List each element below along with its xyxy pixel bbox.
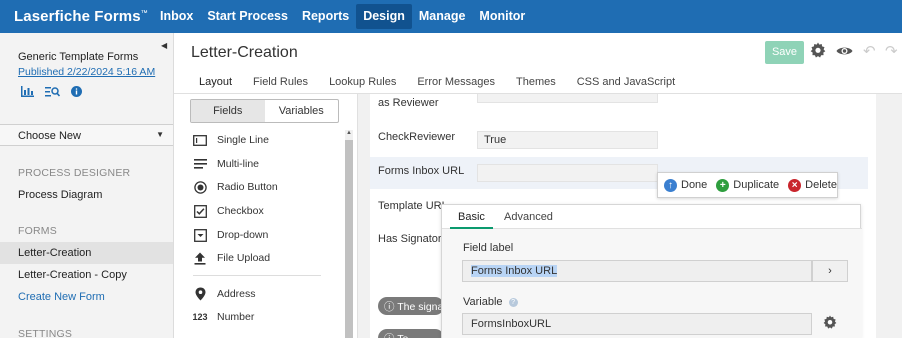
- info-icon: ⓘ: [384, 333, 395, 338]
- reviewer-field-label: as Reviewer: [378, 97, 439, 109]
- preview-eye-icon[interactable]: [836, 44, 853, 61]
- save-button[interactable]: Save: [765, 41, 804, 64]
- collapse-sidebar-icon[interactable]: ◀: [161, 41, 167, 50]
- variable-input[interactable]: FormsInboxURL: [462, 313, 812, 335]
- close-icon: ×: [788, 178, 802, 192]
- create-new-form-link[interactable]: Create New Form: [0, 286, 173, 308]
- properties-body: Field label Forms Inbox URL › Variable? …: [442, 229, 862, 338]
- checkbox-icon: [193, 204, 207, 218]
- search-list-icon[interactable]: [45, 86, 61, 100]
- has-signatory-label: Has Signatory: [378, 233, 448, 245]
- undo-icon[interactable]: ↶: [863, 42, 876, 60]
- tab-css-javascript[interactable]: CSS and JavaScript: [577, 76, 675, 93]
- redo-icon[interactable]: ↷: [885, 42, 898, 60]
- plus-icon: +: [716, 178, 730, 192]
- caret-down-icon: ▼: [156, 130, 164, 139]
- check-reviewer-label: CheckReviewer: [378, 131, 456, 143]
- delete-button[interactable]: × Delete: [788, 178, 837, 192]
- field-label-title: Field label: [463, 242, 514, 254]
- second-note-pill: ⓘ To: [378, 329, 444, 338]
- field-label-input[interactable]: Forms Inbox URL: [462, 260, 812, 282]
- settings-heading: SETTINGS: [18, 328, 73, 338]
- reviewer-field-input[interactable]: [477, 94, 658, 103]
- multi-line-icon: [193, 157, 207, 171]
- form-name: Generic Template Forms: [18, 51, 139, 63]
- single-line-icon: [193, 133, 207, 147]
- number-icon: 123: [192, 312, 208, 322]
- nav-start-process[interactable]: Start Process: [200, 0, 295, 33]
- properties-tabs: Basic Advanced: [442, 205, 862, 229]
- duplicate-button[interactable]: + Duplicate: [716, 178, 779, 192]
- forms-inbox-url-input[interactable]: [477, 164, 658, 182]
- chevron-right-icon[interactable]: ›: [812, 260, 848, 282]
- tab-basic[interactable]: Basic: [450, 211, 493, 229]
- field-single-line[interactable]: Single Line: [193, 133, 269, 147]
- tab-error-messages[interactable]: Error Messages: [417, 76, 495, 93]
- map-pin-icon: [193, 287, 207, 301]
- drop-down-icon: [193, 228, 207, 242]
- signatory-note-pill: ⓘ The signa: [378, 297, 444, 315]
- top-nav: Inbox Start Process Reports Design Manag…: [153, 0, 532, 33]
- field-drop-down[interactable]: Drop-down: [193, 228, 268, 242]
- published-link[interactable]: Published 2/22/2024 5:16 AM: [18, 66, 155, 78]
- variable-settings-gear-icon[interactable]: [823, 315, 837, 332]
- field-number[interactable]: 123 Number: [192, 310, 254, 324]
- tab-lookup-rules[interactable]: Lookup Rules: [329, 76, 396, 93]
- nav-monitor[interactable]: Monitor: [472, 0, 532, 33]
- field-divider: [193, 275, 321, 276]
- nav-design[interactable]: Design: [356, 4, 412, 29]
- top-nav-bar: Laserfiche Forms™ Inbox Start Process Re…: [0, 0, 902, 33]
- field-action-bar: ↑ Done + Duplicate × Delete: [657, 172, 838, 198]
- tab-advanced[interactable]: Advanced: [504, 211, 553, 223]
- help-icon[interactable]: ?: [508, 298, 518, 307]
- designer-tabs: Layout Field Rules Lookup Rules Error Me…: [190, 76, 696, 96]
- choose-new-label: Choose New: [18, 130, 81, 142]
- sidebar: ◀ Generic Template Forms Published 2/22/…: [0, 33, 174, 338]
- tab-layout[interactable]: Layout: [190, 76, 241, 96]
- template-url-label: Template URL: [378, 200, 448, 212]
- radio-button-icon: [193, 180, 207, 194]
- forms-inbox-url-label: Forms Inbox URL: [378, 165, 465, 177]
- variables-toggle[interactable]: Variables: [265, 100, 339, 122]
- nav-manage[interactable]: Manage: [412, 0, 473, 33]
- app-logo[interactable]: Laserfiche Forms™: [14, 8, 148, 25]
- sidebar-item-letter-creation[interactable]: Letter-Creation: [0, 242, 173, 264]
- nav-inbox[interactable]: Inbox: [153, 0, 200, 33]
- field-radio-button[interactable]: Radio Button: [193, 180, 278, 194]
- tab-field-rules[interactable]: Field Rules: [253, 76, 308, 93]
- field-multi-line[interactable]: Multi-line: [193, 157, 259, 171]
- fields-scrollbar[interactable]: ▲: [345, 130, 353, 338]
- fields-toggle[interactable]: Fields: [191, 100, 265, 122]
- bar-chart-icon[interactable]: [21, 86, 34, 100]
- done-button[interactable]: ↑ Done: [664, 178, 707, 192]
- gear-icon[interactable]: [810, 42, 826, 62]
- variable-title: Variable?: [463, 296, 518, 308]
- nav-reports[interactable]: Reports: [295, 0, 356, 33]
- tab-themes[interactable]: Themes: [516, 76, 556, 93]
- choose-new-dropdown[interactable]: Choose New ▼: [0, 124, 173, 146]
- sidebar-item-letter-creation-copy[interactable]: Letter-Creation - Copy: [0, 264, 173, 286]
- info-icon[interactable]: [71, 86, 82, 100]
- sidebar-icons: [21, 86, 82, 100]
- fields-variables-toggle: Fields Variables: [190, 99, 339, 123]
- field-checkbox[interactable]: Checkbox: [193, 204, 264, 218]
- process-designer-heading: PROCESS DESIGNER: [18, 167, 131, 179]
- scrollbar-thumb[interactable]: [345, 140, 353, 338]
- arrow-up-icon: ↑: [664, 178, 677, 192]
- forms-heading: FORMS: [18, 225, 57, 237]
- upload-icon: [193, 251, 207, 265]
- field-file-upload[interactable]: File Upload: [193, 251, 270, 265]
- scroll-up-icon[interactable]: ▲: [345, 130, 353, 136]
- sidebar-item-process-diagram[interactable]: Process Diagram: [0, 184, 173, 206]
- field-properties-panel: Basic Advanced Field label Forms Inbox U…: [441, 204, 862, 338]
- info-icon: ⓘ: [384, 301, 395, 313]
- field-address[interactable]: Address: [193, 287, 256, 301]
- check-reviewer-input[interactable]: True: [477, 131, 658, 149]
- page-title: Letter-Creation: [191, 44, 298, 61]
- fields-panel: Fields Variables Single Line Multi-line …: [174, 94, 358, 338]
